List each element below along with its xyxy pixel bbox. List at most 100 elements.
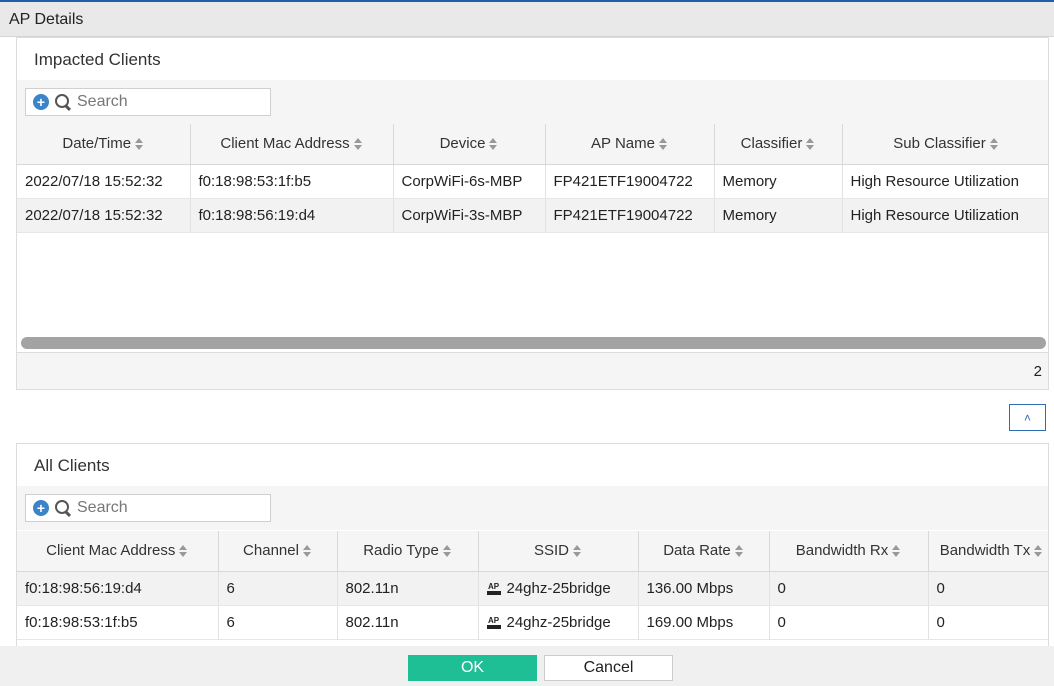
impacted-clients-panel: Impacted Clients + Search Date/Time Clien… — [16, 37, 1049, 390]
search-input[interactable]: + Search — [25, 494, 271, 522]
table-cell: FP421ETF19004722 — [545, 164, 715, 199]
column-label: Client Mac Address — [220, 135, 350, 153]
cell-text: High Resource Utilization — [850, 206, 1019, 224]
cell-text: 0 — [777, 579, 786, 597]
table-cell: 2022/07/18 15:52:32 — [17, 198, 191, 233]
sort-icon[interactable] — [179, 544, 188, 558]
toolbar: + Search — [17, 80, 1048, 124]
column-header[interactable]: Radio Type — [337, 531, 479, 572]
table-cell: 0 — [928, 571, 1048, 606]
table-cell: 6 — [218, 605, 338, 640]
cell-text: f0:18:98:53:1f:b5 — [198, 172, 312, 190]
table-row[interactable]: f0:18:98:56:19:d4 6 802.11n AP 24ghz-25bridg… — [17, 571, 1048, 606]
cell-text: f0:18:98:56:19:d4 — [25, 579, 142, 597]
cell-text: 136.00 Mbps — [646, 579, 734, 597]
cell-text: FP421ETF19004722 — [553, 172, 693, 190]
sort-icon[interactable] — [658, 137, 668, 151]
column-header[interactable]: SSID — [478, 531, 639, 572]
dialog-footer: OK Cancel — [0, 646, 1054, 686]
column-label: Device — [439, 135, 486, 153]
search-input[interactable]: + Search — [25, 88, 271, 116]
table-cell: f0:18:98:53:1f:b5 — [17, 605, 219, 640]
all-clients-table: Client Mac Address Channel Radio Type SSID D… — [17, 531, 1048, 640]
cell-text: 802.11n — [345, 613, 399, 631]
sort-icon[interactable] — [734, 544, 744, 558]
collapse-button[interactable]: ˄ — [1009, 404, 1046, 431]
cell-text: FP421ETF19004722 — [553, 206, 693, 224]
sort-icon[interactable] — [489, 137, 498, 151]
table-cell: 169.00 Mbps — [638, 605, 770, 640]
table-cell: 0 — [769, 571, 929, 606]
search-icon — [54, 499, 72, 517]
chevron-up-icon: ˄ — [1023, 410, 1031, 425]
ok-button[interactable]: OK — [408, 655, 537, 681]
table-cell: 6 — [218, 571, 338, 606]
sort-icon[interactable] — [1034, 544, 1043, 558]
table-cell: Memory — [714, 198, 843, 233]
table-row[interactable]: 2022/07/18 15:52:32 f0:18:98:56:19:d4 Corp… — [17, 198, 1048, 233]
column-label: Classifier — [740, 135, 803, 153]
table-cell: 802.11n — [337, 605, 479, 640]
column-header[interactable]: Date/Time — [17, 124, 191, 165]
column-header[interactable]: Sub Classifier — [842, 124, 1048, 165]
sort-icon[interactable] — [353, 137, 363, 151]
panel-title: Impacted Clients — [34, 50, 161, 69]
search-icon — [54, 93, 72, 111]
cell-text: 6 — [226, 613, 235, 631]
search-placeholder: Search — [77, 93, 128, 110]
column-header[interactable]: Client Mac Address — [17, 531, 219, 572]
sort-icon[interactable] — [135, 137, 144, 151]
table-cell: 802.11n — [337, 571, 479, 606]
table-cell: f0:18:98:56:19:d4 — [190, 198, 394, 233]
ap-bridge-icon: AP — [486, 582, 501, 595]
sort-icon[interactable] — [892, 544, 901, 558]
table-cell: Memory — [714, 164, 843, 199]
column-header[interactable]: AP Name — [545, 124, 715, 165]
column-header[interactable]: Device — [393, 124, 546, 165]
sort-icon[interactable] — [989, 137, 999, 151]
cell-text: 2022/07/18 15:52:32 — [25, 172, 163, 190]
cell-text: 0 — [936, 579, 945, 597]
column-label: Radio Type — [363, 542, 439, 560]
column-header[interactable]: Client Mac Address — [190, 124, 394, 165]
cell-text: 6 — [226, 579, 235, 597]
table-cell: CorpWiFi-6s-MBP — [393, 164, 546, 199]
all-clients-panel: All Clients + Search Client Mac Address C… — [16, 443, 1049, 653]
sort-icon[interactable] — [302, 544, 312, 558]
cell-text: 802.11n — [345, 579, 399, 597]
column-label: SSID — [533, 542, 569, 560]
column-label: Bandwidth Rx — [795, 542, 889, 560]
table-cell: f0:18:98:53:1f:b5 — [190, 164, 394, 199]
cell-text: Memory — [722, 206, 777, 224]
table-cell: 2022/07/18 15:52:32 — [17, 164, 191, 199]
table-cell: 0 — [928, 605, 1048, 640]
column-label: Data Rate — [663, 542, 731, 560]
column-header[interactable]: Channel — [218, 531, 338, 572]
table-cell: High Resource Utilization — [842, 164, 1048, 199]
sort-icon[interactable] — [573, 544, 582, 558]
impacted-clients-table: Date/Time Client Mac Address Device AP Name… — [17, 124, 1048, 233]
column-header[interactable]: Bandwidth Rx — [769, 531, 929, 572]
horizontal-scrollbar[interactable] — [21, 337, 1046, 349]
cell-text: 24ghz-25bridge — [506, 579, 611, 597]
cell-text: 169.00 Mbps — [646, 613, 734, 631]
table-cell: AP 24ghz-25bridge — [478, 605, 639, 640]
cancel-button[interactable]: Cancel — [544, 655, 673, 681]
table-cell: AP 24ghz-25bridge — [478, 571, 639, 606]
table-cell: CorpWiFi-3s-MBP — [393, 198, 546, 233]
table-row[interactable]: f0:18:98:53:1f:b5 6 802.11n AP 24ghz-25bridg… — [17, 605, 1048, 640]
column-label: Channel — [243, 542, 299, 560]
column-label: Bandwidth Tx — [939, 542, 1031, 560]
sort-icon[interactable] — [442, 544, 452, 558]
cell-text: CorpWiFi-3s-MBP — [401, 206, 523, 224]
table-row[interactable]: 2022/07/18 15:52:32 f0:18:98:53:1f:b5 Corp… — [17, 164, 1048, 199]
add-filter-icon[interactable]: + — [33, 500, 49, 516]
cell-text: 0 — [777, 613, 786, 631]
sort-icon[interactable] — [806, 137, 815, 151]
add-filter-icon[interactable]: + — [33, 94, 49, 110]
column-label: Sub Classifier — [893, 135, 986, 153]
column-header[interactable]: Classifier — [714, 124, 843, 165]
table-cell: High Resource Utilization — [842, 198, 1048, 233]
column-header[interactable]: Bandwidth Tx — [928, 531, 1048, 572]
column-header[interactable]: Data Rate — [638, 531, 770, 572]
